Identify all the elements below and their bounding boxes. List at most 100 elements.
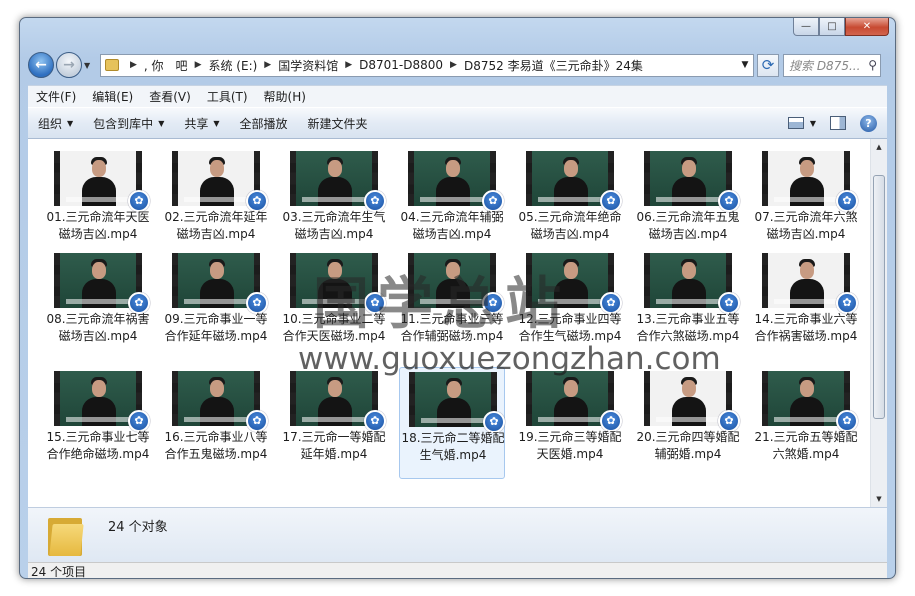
breadcrumb-item[interactable]: , 你 吧 — [144, 57, 188, 74]
file-name: 08.三元命流年祸害磁场吉凶.mp4 — [46, 312, 150, 343]
address-bar[interactable]: ▶ , 你 吧 ▶ 系统 (E:) ▶ 国学资料馆 ▶ D8701-D8800 … — [100, 53, 754, 77]
address-dropdown-icon[interactable]: ▼ — [737, 60, 753, 70]
menu-tools[interactable]: 工具(T) — [199, 88, 256, 105]
organize-label: 组织 — [38, 116, 63, 131]
breadcrumb-item[interactable]: 国学资料馆 — [278, 57, 338, 74]
breadcrumb-item[interactable]: 系统 (E:) — [208, 57, 257, 74]
recent-pages-dropdown[interactable]: ▼ — [84, 61, 96, 70]
file-item[interactable]: ✿ 14.三元命事业六等合作祸害磁场.mp4 — [753, 249, 859, 361]
include-in-library-button[interactable]: 包含到库中 ▼ — [83, 115, 174, 132]
file-item[interactable]: ✿ 09.三元命事业一等合作延年磁场.mp4 — [163, 249, 269, 361]
menu-bar: 文件(F) 编辑(E) 查看(V) 工具(T) 帮助(H) — [28, 85, 887, 107]
file-item[interactable]: ✿ 20.三元命四等婚配辅弼婚.mp4 — [635, 367, 741, 479]
share-label: 共享 — [184, 116, 209, 131]
play-all-button[interactable]: 全部播放 — [230, 115, 298, 132]
vertical-scrollbar[interactable]: ▲ ▼ — [870, 139, 887, 507]
include-library-label: 包含到库中 — [93, 116, 154, 131]
file-name: 03.三元命流年生气磁场吉凶.mp4 — [282, 210, 386, 241]
view-controls: ▼ ? — [787, 114, 887, 132]
chevron-down-icon: ▼ — [67, 118, 74, 128]
search-icon[interactable]: ⚲ — [868, 58, 877, 72]
change-view-button[interactable]: ▼ — [787, 117, 816, 129]
status-bar: 24 个项目 — [28, 562, 887, 579]
file-name: 19.三元命三等婚配天医婚.mp4 — [518, 430, 622, 461]
watermark-url: www.guoxuezongzhan.com — [298, 341, 721, 377]
folder-icon — [105, 59, 119, 71]
file-item[interactable]: ✿ 06.三元命流年五鬼磁场吉凶.mp4 — [635, 147, 741, 259]
file-name: 17.三元命一等婚配延年婚.mp4 — [282, 430, 386, 461]
command-bar: 组织 ▼ 包含到库中 ▼ 共享 ▼ 全部播放 新建文件夹 ▼ ? — [28, 107, 887, 139]
scroll-up-icon[interactable]: ▲ — [871, 139, 887, 155]
file-name: 02.三元命流年延年磁场吉凶.mp4 — [164, 210, 268, 241]
close-button[interactable]: ✕ — [845, 18, 889, 36]
file-list[interactable]: ✿ 01.三元命流年天医磁场吉凶.mp4 ✿ 02.三元命流年延年磁场吉凶.mp4 ✿ 0… — [28, 139, 887, 507]
chevron-right-icon[interactable]: ▶ — [195, 60, 202, 70]
new-folder-button[interactable]: 新建文件夹 — [298, 115, 378, 132]
chevron-right-icon[interactable]: ▶ — [130, 60, 137, 70]
details-pane: 24 个对象 — [28, 507, 887, 562]
file-name: 09.三元命事业一等合作延年磁场.mp4 — [164, 312, 268, 343]
file-name: 20.三元命四等婚配辅弼婚.mp4 — [636, 430, 740, 461]
preview-pane-icon[interactable] — [830, 116, 846, 130]
file-item[interactable]: ✿ 16.三元命事业八等合作五鬼磁场.mp4 — [163, 367, 269, 479]
file-item[interactable]: ✿ 08.三元命流年祸害磁场吉凶.mp4 — [45, 249, 151, 361]
breadcrumb-item[interactable]: D8701-D8800 — [359, 58, 443, 72]
file-item[interactable]: ✿ 01.三元命流年天医磁场吉凶.mp4 — [45, 147, 151, 259]
file-name: 15.三元命事业七等合作绝命磁场.mp4 — [46, 430, 150, 461]
file-item[interactable]: ✿ 04.三元命流年辅弼磁场吉凶.mp4 — [399, 147, 505, 259]
scrollbar-thumb[interactable] — [873, 175, 885, 419]
back-button[interactable]: ← — [28, 52, 54, 78]
file-item[interactable]: ✿ 07.三元命流年六煞磁场吉凶.mp4 — [753, 147, 859, 259]
file-name: 21.三元命五等婚配六煞婚.mp4 — [754, 430, 858, 461]
item-count: 24 个项目 — [31, 565, 87, 579]
search-input[interactable]: 搜索 D875... ⚲ — [783, 53, 881, 77]
menu-edit[interactable]: 编辑(E) — [84, 88, 141, 105]
file-item[interactable]: ✿ 03.三元命流年生气磁场吉凶.mp4 — [281, 147, 387, 259]
file-item[interactable]: ✿ 17.三元命一等婚配延年婚.mp4 — [281, 367, 387, 479]
file-name: 18.三元命二等婚配生气婚.mp4 — [401, 431, 505, 462]
maximize-button[interactable]: □ — [819, 18, 845, 36]
forward-button[interactable]: → — [56, 52, 82, 78]
file-item[interactable]: ✿ 19.三元命三等婚配天医婚.mp4 — [517, 367, 623, 479]
organize-button[interactable]: 组织 ▼ — [28, 115, 83, 132]
file-name: 07.三元命流年六煞磁场吉凶.mp4 — [754, 210, 858, 241]
breadcrumb-item[interactable]: D8752 李易道《三元命卦》24集 — [464, 57, 643, 74]
chevron-down-icon: ▼ — [158, 118, 165, 128]
chevron-right-icon[interactable]: ▶ — [264, 60, 271, 70]
file-name: 14.三元命事业六等合作祸害磁场.mp4 — [754, 312, 858, 343]
file-item[interactable]: ✿ 21.三元命五等婚配六煞婚.mp4 — [753, 367, 859, 479]
view-icon — [787, 117, 804, 129]
file-name: 06.三元命流年五鬼磁场吉凶.mp4 — [636, 210, 740, 241]
scroll-down-icon[interactable]: ▼ — [871, 491, 887, 507]
folder-icon — [48, 514, 84, 556]
chevron-right-icon[interactable]: ▶ — [450, 60, 457, 70]
menu-help[interactable]: 帮助(H) — [256, 88, 314, 105]
caption-buttons: — □ ✕ — [793, 18, 889, 36]
back-arrow-icon: ← — [35, 57, 47, 73]
file-name: 13.三元命事业五等合作六煞磁场.mp4 — [636, 312, 740, 343]
share-button[interactable]: 共享 ▼ — [174, 115, 229, 132]
menu-file[interactable]: 文件(F) — [28, 88, 84, 105]
file-name: 05.三元命流年绝命磁场吉凶.mp4 — [518, 210, 622, 241]
file-name: 16.三元命事业八等合作五鬼磁场.mp4 — [164, 430, 268, 461]
file-item[interactable]: ✿ 18.三元命二等婚配生气婚.mp4 — [399, 367, 505, 479]
navigation-row: ← → ▼ ▶ , 你 吧 ▶ 系统 (E:) ▶ 国学资料馆 ▶ D8701-… — [28, 50, 887, 80]
file-item[interactable]: ✿ 05.三元命流年绝命磁场吉凶.mp4 — [517, 147, 623, 259]
explorer-window: — □ ✕ ← → ▼ ▶ , 你 吧 ▶ 系统 (E:) ▶ 国学资料馆 ▶ … — [19, 17, 896, 579]
play-all-label: 全部播放 — [239, 116, 288, 131]
new-folder-label: 新建文件夹 — [307, 116, 368, 131]
search-placeholder: 搜索 D875... — [789, 58, 861, 73]
file-item[interactable]: ✿ 15.三元命事业七等合作绝命磁场.mp4 — [45, 367, 151, 479]
file-name: 01.三元命流年天医磁场吉凶.mp4 — [46, 210, 150, 241]
help-icon[interactable]: ? — [860, 114, 877, 132]
refresh-button[interactable]: ⟳ — [757, 53, 779, 77]
chevron-right-icon[interactable]: ▶ — [345, 60, 352, 70]
chevron-down-icon: ▼ — [809, 118, 816, 128]
watermark-title: 国学总站 — [313, 272, 569, 337]
file-item[interactable]: ✿ 02.三元命流年延年磁场吉凶.mp4 — [163, 147, 269, 259]
menu-view[interactable]: 查看(V) — [141, 88, 199, 105]
refresh-icon: ⟳ — [761, 56, 775, 74]
minimize-button[interactable]: — — [793, 18, 819, 36]
chevron-down-icon: ▼ — [213, 118, 220, 128]
file-name: 04.三元命流年辅弼磁场吉凶.mp4 — [400, 210, 504, 241]
